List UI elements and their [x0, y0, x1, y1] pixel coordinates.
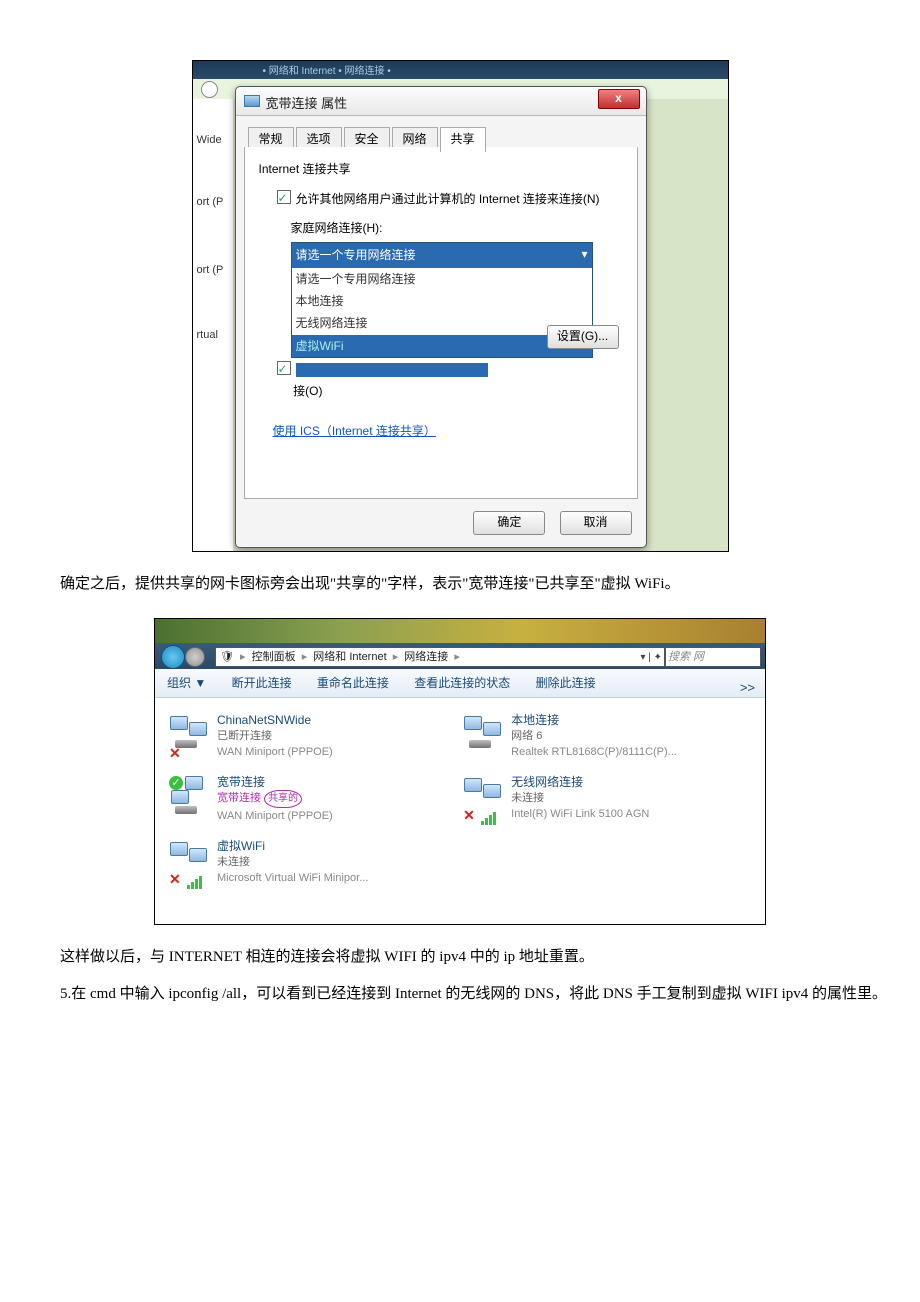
side-label-ort1: ort (P [195, 191, 226, 214]
side-label-rtual: rtual [195, 324, 220, 347]
window-titlebar-bg: • 网络和 Internet • 网络连接 • [193, 61, 728, 79]
conn-name: 无线网络连接 [511, 774, 751, 790]
paragraph-3: 5.在 cmd 中输入 ipconfig /all，可以看到已经连接到 Inte… [30, 982, 890, 1008]
group-label: Internet 连接共享 [259, 159, 623, 179]
connections-grid: ✕ ChinaNetSNWide 已断开连接 WAN Miniport (PPP… [155, 698, 765, 900]
conn-device: WAN Miniport (PPPOE) [217, 744, 457, 760]
network-icon [461, 714, 503, 754]
toolbar-organize[interactable]: 组织 ▼ [167, 669, 206, 697]
crumb-control-panel[interactable]: 控制面板 [252, 651, 296, 663]
settings-button[interactable]: 设置(G)... [547, 325, 619, 349]
toolbar-rename[interactable]: 重命名此连接 [317, 669, 389, 697]
allow-sharing-label: 允许其他网络用户通过此计算机的 Internet 连接来连接(N) [296, 192, 600, 206]
hidden-overlap: XXXXXXXXXXXXXXXXXXXXXXXX [296, 363, 488, 377]
window-chrome-top [155, 619, 765, 643]
close-button[interactable]: x [598, 89, 640, 109]
side-label-ort2: ort (P [195, 259, 226, 282]
screenshot-network-connections: 🛡 ▸ 控制面板 ▸ 网络和 Internet ▸ 网络连接 ▸ ▾ | ✦ 搜… [154, 618, 766, 925]
refresh-dropdown-icon[interactable]: ▾ | ✦ [640, 649, 662, 667]
ics-help-link[interactable]: 使用 ICS（Internet 连接共享） [273, 421, 436, 441]
dialog-button-row: 确定 取消 [463, 509, 631, 535]
crumb-network-internet[interactable]: 网络和 Internet [313, 651, 386, 663]
conn-virtualwifi[interactable]: ✕ 虚拟WiFi 未连接 Microsoft Virtual WiFi Mini… [167, 838, 457, 886]
ok-button[interactable]: 确定 [473, 511, 545, 535]
sep-icon: ▸ [390, 651, 402, 663]
forward-button[interactable] [185, 647, 205, 667]
conn-local[interactable]: 本地连接 网络 6 Realtek RTL8168C(P)/8111C(P)..… [461, 712, 751, 760]
wifi-icon: ✕ [461, 776, 503, 816]
conn-name: 本地连接 [511, 712, 751, 728]
paragraph-1: 确定之后，提供共享的网卡图标旁会出现"共享的"字样，表示"宽带连接"已共享至"虚… [30, 572, 890, 598]
cancel-button[interactable]: 取消 [560, 511, 632, 535]
conn-status: 未连接 [511, 790, 751, 806]
breadcrumb-icon: 🛡 [220, 651, 234, 663]
paragraph-2: 这样做以后，与 INTERNET 相连的连接会将虚拟 WIFI 的 ipv4 中… [30, 945, 890, 971]
sep-icon: ▸ [237, 651, 249, 663]
conn-device: Intel(R) WiFi Link 5100 AGN [511, 806, 751, 822]
conn-status: 未连接 [217, 854, 457, 870]
toolbar-more[interactable]: >> [740, 674, 755, 702]
allow-sharing-row[interactable]: 允许其他网络用户通过此计算机的 Internet 连接来连接(N) [277, 189, 623, 209]
allow-sharing-checkbox[interactable] [277, 190, 291, 204]
conn-device: Realtek RTL8168C(P)/8111C(P)... [511, 744, 751, 760]
back-button[interactable] [161, 645, 185, 669]
allow-control-suffix: 接(O) [293, 384, 322, 398]
conn-broadband[interactable]: ✓ 宽带连接 宽带连接 共享的 WAN Miniport (PPPOE) [167, 774, 457, 824]
toolbar-delete[interactable]: 删除此连接 [536, 669, 596, 697]
conn-name: 宽带连接 [217, 774, 457, 790]
home-network-label: 家庭网络连接(H): [291, 218, 623, 238]
conn-wireless[interactable]: ✕ 无线网络连接 未连接 Intel(R) WiFi Link 5100 AGN [461, 774, 751, 822]
allow-control-checkbox[interactable] [277, 361, 291, 375]
toolbar-status[interactable]: 查看此连接的状态 [414, 669, 510, 697]
conn-status: 宽带连接 共享的 [217, 790, 457, 808]
sep-icon: ▸ [299, 651, 311, 663]
properties-dialog: 宽带连接 属性 x 常规 选项 安全 网络 共享 Internet 连接共享 允… [235, 86, 647, 548]
conn-device: Microsoft Virtual WiFi Minipor... [217, 870, 457, 886]
dropdown-opt-local[interactable]: 本地连接 [292, 290, 592, 312]
breadcrumb[interactable]: 🛡 ▸ 控制面板 ▸ 网络和 Internet ▸ 网络连接 ▸ ▾ | ✦ [215, 647, 665, 667]
conn-status: 已断开连接 [217, 728, 457, 744]
figure-1: • 网络和 Internet • 网络连接 • Wide ort (P ort … [30, 60, 890, 552]
side-label-wide: Wide [195, 129, 224, 152]
conn-chinanet[interactable]: ✕ ChinaNetSNWide 已断开连接 WAN Miniport (PPP… [167, 712, 457, 760]
screenshot-properties-dialog: • 网络和 Internet • 网络连接 • Wide ort (P ort … [192, 60, 729, 552]
address-bar-row: 🛡 ▸ 控制面板 ▸ 网络和 Internet ▸ 网络连接 ▸ ▾ | ✦ 搜… [155, 643, 765, 669]
dropdown-selected[interactable]: 请选一个专用网络连接 [292, 243, 592, 267]
conn-name: 虚拟WiFi [217, 838, 457, 854]
network-icon: ✕ [167, 714, 209, 754]
conn-device: WAN Miniport (PPPOE) [217, 808, 457, 824]
sharing-pane: Internet 连接共享 允许其他网络用户通过此计算机的 Internet 连… [244, 147, 638, 499]
network-icon: ✓ [167, 776, 209, 816]
toolbar: 组织 ▼ 断开此连接 重命名此连接 查看此连接的状态 删除此连接 >> [155, 669, 765, 698]
dialog-titlebar[interactable]: 宽带连接 属性 x [236, 87, 646, 116]
sep-icon: ▸ [451, 651, 463, 663]
allow-control-row[interactable]: XXXXXXXXXXXXXXXXXXXXXXXX 接(O) [277, 360, 623, 401]
window-side-bg: Wide ort (P ort (P rtual [193, 99, 233, 551]
dialog-title: 宽带连接 属性 [266, 93, 348, 115]
figure-2: 🛡 ▸ 控制面板 ▸ 网络和 Internet ▸ 网络连接 ▸ ▾ | ✦ 搜… [30, 618, 890, 925]
conn-name: ChinaNetSNWide [217, 712, 457, 728]
conn-status: 网络 6 [511, 728, 751, 744]
search-input[interactable]: 搜索 网 [665, 647, 761, 667]
toolbar-disconnect[interactable]: 断开此连接 [232, 669, 292, 697]
tab-sharing[interactable]: 共享 [440, 127, 486, 152]
crumb-network-connections[interactable]: 网络连接 [404, 651, 448, 663]
wifi-icon: ✕ [167, 840, 209, 880]
dropdown-opt-placeholder[interactable]: 请选一个专用网络连接 [292, 268, 592, 290]
shared-badge: 共享的 [264, 790, 302, 808]
connection-icon [244, 95, 260, 107]
